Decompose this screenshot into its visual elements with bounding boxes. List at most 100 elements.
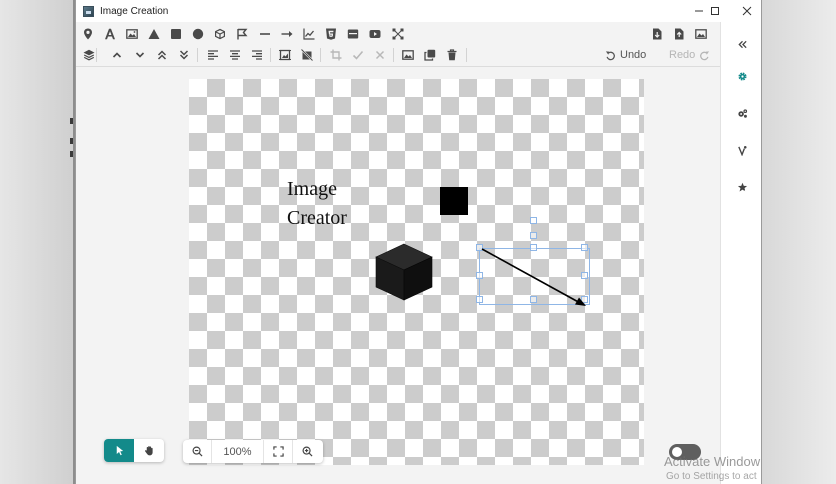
add-arrow-button[interactable]	[278, 25, 296, 43]
move-down-button[interactable]	[131, 46, 149, 64]
select-tool-button[interactable]	[104, 439, 134, 462]
move-down-icon	[135, 52, 145, 58]
settings-button[interactable]	[732, 66, 752, 86]
pan-tool-button[interactable]	[134, 439, 164, 462]
flag-icon	[237, 28, 248, 40]
align-left-icon	[208, 50, 218, 60]
export-file-icon	[653, 28, 662, 40]
remove-crop-icon	[301, 49, 313, 61]
duplicate-icon	[424, 49, 436, 61]
cube-object[interactable]	[375, 243, 433, 301]
arrow-object[interactable]	[474, 239, 594, 309]
export-file-button[interactable]	[648, 25, 666, 43]
app-icon	[83, 5, 94, 17]
undo-icon	[605, 50, 615, 60]
add-text-button[interactable]	[101, 25, 119, 43]
desktop-backdrop-right	[762, 0, 836, 484]
resize-handle[interactable]	[530, 232, 537, 239]
add-html-button[interactable]	[322, 25, 340, 43]
align-center-button[interactable]	[226, 46, 244, 64]
text-object[interactable]: Image Creator	[287, 175, 347, 233]
background-image-button[interactable]	[692, 25, 710, 43]
close-icon	[742, 6, 752, 16]
window-title: Image Creation	[100, 5, 169, 17]
right-sidebar	[720, 22, 761, 484]
add-image-button[interactable]	[123, 25, 141, 43]
undo-label: Undo	[620, 49, 647, 61]
replace-image-button[interactable]	[399, 46, 417, 64]
fit-screen-icon	[272, 446, 284, 457]
add-video-button[interactable]	[366, 25, 384, 43]
delete-button[interactable]	[443, 46, 461, 64]
align-right-button[interactable]	[248, 46, 266, 64]
remove-crop-button[interactable]	[298, 46, 316, 64]
add-triangle-button[interactable]	[145, 25, 163, 43]
toolbar: Undo Redo	[76, 22, 720, 67]
add-chart-button[interactable]	[300, 25, 318, 43]
confirm-crop-button[interactable]	[349, 46, 367, 64]
maximize-icon	[711, 7, 719, 15]
maximize-button[interactable]	[699, 0, 731, 22]
fit-to-screen-button[interactable]	[264, 440, 293, 463]
toolbar-separator	[270, 48, 271, 62]
zoom-in-icon	[302, 446, 313, 457]
square-object[interactable]	[440, 187, 468, 215]
send-to-back-icon	[179, 50, 189, 60]
align-left-button[interactable]	[204, 46, 222, 64]
toolbar-separator	[320, 48, 321, 62]
move-up-button[interactable]	[108, 46, 126, 64]
text-line: Image	[287, 178, 337, 200]
network-icon	[392, 28, 404, 40]
add-circle-button[interactable]	[189, 25, 207, 43]
add-cube-button[interactable]	[211, 25, 229, 43]
add-location-button[interactable]	[79, 25, 97, 43]
crop-icon	[330, 49, 342, 61]
circle-icon	[192, 28, 204, 40]
arrow-icon	[281, 31, 293, 37]
add-line-button[interactable]	[256, 25, 274, 43]
vector-tools-button[interactable]	[732, 140, 752, 160]
import-file-button[interactable]	[670, 25, 688, 43]
move-up-icon	[112, 52, 122, 58]
toolbar-separator	[393, 48, 394, 62]
crop-button[interactable]	[327, 46, 345, 64]
send-to-back-button[interactable]	[175, 46, 193, 64]
title-bar: Image Creation	[76, 0, 761, 22]
vector-icon	[737, 145, 747, 156]
image-icon	[126, 29, 138, 39]
redo-label: Redo	[669, 49, 696, 61]
pointer-icon	[116, 445, 123, 456]
close-button[interactable]	[731, 0, 761, 22]
align-right-icon	[252, 50, 262, 60]
drawing-canvas[interactable]: Image Creator	[189, 79, 644, 465]
add-square-button[interactable]	[167, 25, 185, 43]
crop-image-icon	[279, 49, 291, 61]
hand-icon	[144, 446, 153, 456]
undo-button[interactable]: Undo	[605, 47, 646, 63]
cursor-mode-toggle	[104, 439, 164, 462]
zoom-level[interactable]: 100%	[212, 440, 264, 463]
zoom-in-button[interactable]	[293, 440, 322, 463]
duplicate-button[interactable]	[421, 46, 439, 64]
replace-image-icon	[402, 50, 414, 60]
picture-icon	[695, 29, 707, 39]
favorites-button[interactable]	[732, 177, 752, 197]
advanced-settings-button[interactable]	[732, 103, 752, 123]
add-card-button[interactable]	[344, 25, 362, 43]
location-pin-icon	[84, 28, 92, 40]
crop-image-button[interactable]	[276, 46, 294, 64]
delete-icon	[447, 49, 457, 61]
desktop-backdrop-left	[0, 0, 75, 484]
add-flag-button[interactable]	[233, 25, 251, 43]
square-icon	[171, 29, 181, 39]
settings-icon	[737, 71, 747, 81]
zoom-out-button[interactable]	[183, 440, 212, 463]
collapse-icon	[737, 40, 747, 48]
bring-to-front-button[interactable]	[153, 46, 171, 64]
redo-button[interactable]: Redo	[669, 47, 710, 63]
collapse-sidebar-button[interactable]	[732, 34, 752, 54]
line-icon	[260, 33, 270, 35]
add-network-button[interactable]	[389, 25, 407, 43]
rotate-handle[interactable]	[530, 217, 537, 224]
cancel-crop-button[interactable]	[371, 46, 389, 64]
